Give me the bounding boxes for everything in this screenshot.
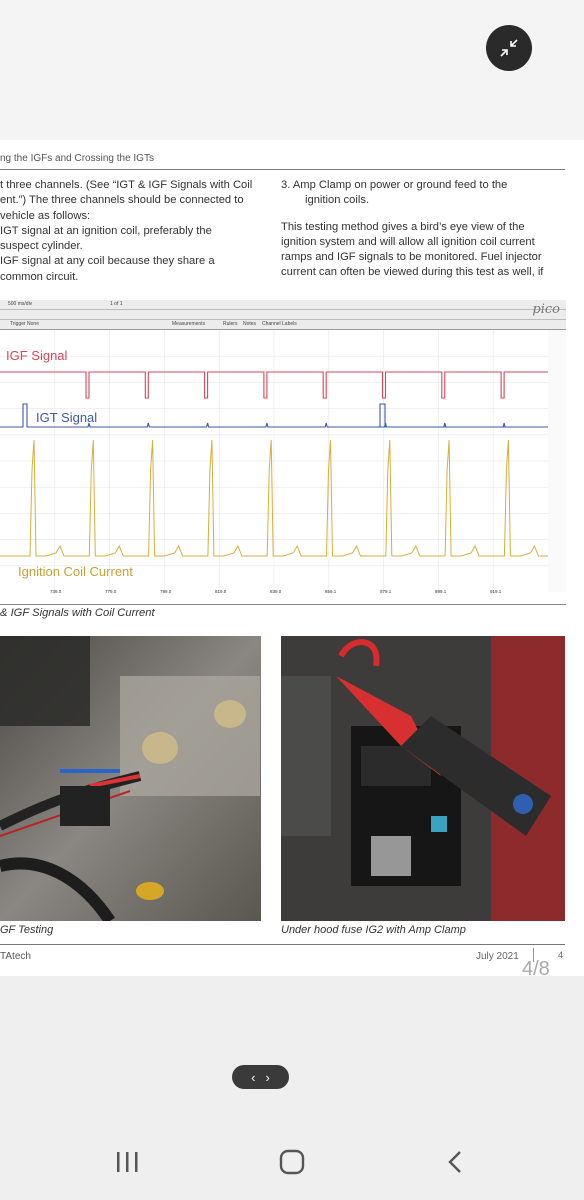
igt-label: IGT Signal — [36, 410, 98, 425]
x-tick-label: 859.1 — [325, 589, 337, 594]
footer-rule — [0, 944, 565, 945]
photo-igf-testing — [0, 636, 261, 921]
left-photo-caption: GF Testing — [0, 924, 54, 936]
x-tick-label: 779.0 — [105, 589, 117, 594]
footer-date: July 2021 — [476, 951, 519, 962]
scope-traces — [0, 330, 566, 592]
pico-logo: pico — [532, 302, 560, 317]
footer-publisher: TAtech — [0, 951, 31, 962]
collapse-arrows-icon — [500, 39, 518, 57]
paragraph-line: This testing method gives a bird’s eye v… — [281, 220, 525, 233]
timebase-text: 500 ms/div — [8, 301, 33, 307]
x-tick-label: 739.0 — [50, 589, 62, 594]
back-icon — [448, 1151, 461, 1173]
collapse-button[interactable] — [486, 25, 532, 71]
scope-toolbar-1: 500 ms/div 1 of 1 — [0, 300, 566, 310]
next-page-button[interactable]: › — [266, 1070, 270, 1085]
left-line: common circuit. — [0, 270, 79, 283]
oscilloscope-screenshot: 500 ms/div 1 of 1 Trigger None Measureme… — [0, 300, 566, 605]
nav-icons — [117, 1149, 461, 1175]
paragraph-line: ignition system and will allow all ignit… — [281, 235, 535, 248]
right-photo-caption: Under hood fuse IG2 with Amp Clamp — [281, 924, 466, 936]
left-column: t three channels. (See “IGT & IGF Signal… — [0, 178, 262, 285]
system-nav-bar — [0, 1140, 584, 1184]
header-rule — [0, 169, 565, 170]
page-top-margin — [0, 0, 584, 140]
paragraph-line: ramps and IGF signals to be monitored. F… — [281, 251, 542, 264]
prev-page-button[interactable]: ‹ — [251, 1070, 255, 1085]
notes-text: Notes — [243, 321, 257, 327]
left-line: IGF signal at any coil because they shar… — [0, 255, 215, 268]
scope-toolbar-2 — [0, 310, 566, 320]
fuse-box-photo — [281, 636, 565, 921]
channel-labels-text: Channel Labels — [262, 321, 297, 327]
x-tick-label: 839.0 — [270, 589, 282, 594]
x-tick-label: 879.1 — [380, 589, 392, 594]
x-tick-label: 799.0 — [160, 589, 172, 594]
document-page: ng the IGFs and Crossing the IGTs t thre… — [0, 0, 584, 976]
trigger-text: Trigger None — [10, 321, 39, 327]
measurements-text: Measurements — [172, 321, 206, 327]
footer-page-number: 4 — [558, 950, 564, 961]
list-item-cont: ignition coils. — [305, 194, 370, 207]
left-line: ent.”) The three channels should be conn… — [0, 194, 244, 207]
page-navigator[interactable]: ‹ › — [232, 1065, 289, 1089]
x-tick-label: 899.1 — [435, 589, 447, 594]
left-line: IGT signal at an ignition coil, preferab… — [0, 224, 212, 237]
left-line: vehicle as follows: — [0, 209, 91, 222]
photo-amp-clamp — [281, 636, 565, 921]
page-indicator: 4/8 — [522, 958, 550, 976]
paragraph-line: current can often be viewed during this … — [281, 266, 544, 279]
left-line: suspect cylinder. — [0, 240, 83, 253]
home-icon — [279, 1149, 305, 1175]
scope-toolbar-3: Trigger None Measurements Rulers Notes C… — [0, 320, 566, 330]
coil-current-label: Ignition Coil Current — [18, 564, 133, 579]
x-tick-label: 819.0 — [215, 589, 227, 594]
engine-bay-photo — [0, 636, 261, 921]
left-line: t three channels. (See “IGT & IGF Signal… — [0, 179, 253, 191]
right-column: 3. Amp Clamp on power or ground feed to … — [281, 178, 571, 281]
recent-apps-icon — [117, 1152, 138, 1172]
list-item: 3. Amp Clamp on power or ground feed to … — [281, 179, 508, 191]
igf-label: IGF Signal — [6, 348, 68, 363]
capture-count-text: 1 of 1 — [110, 301, 123, 307]
figure-caption: & IGF Signals with Coil Current — [0, 607, 155, 619]
rulers-text: Rulers — [223, 321, 238, 327]
scope-plot — [0, 330, 566, 592]
x-tick-label: 919.1 — [490, 589, 502, 594]
running-head: ng the IGFs and Crossing the IGTs — [0, 153, 154, 164]
